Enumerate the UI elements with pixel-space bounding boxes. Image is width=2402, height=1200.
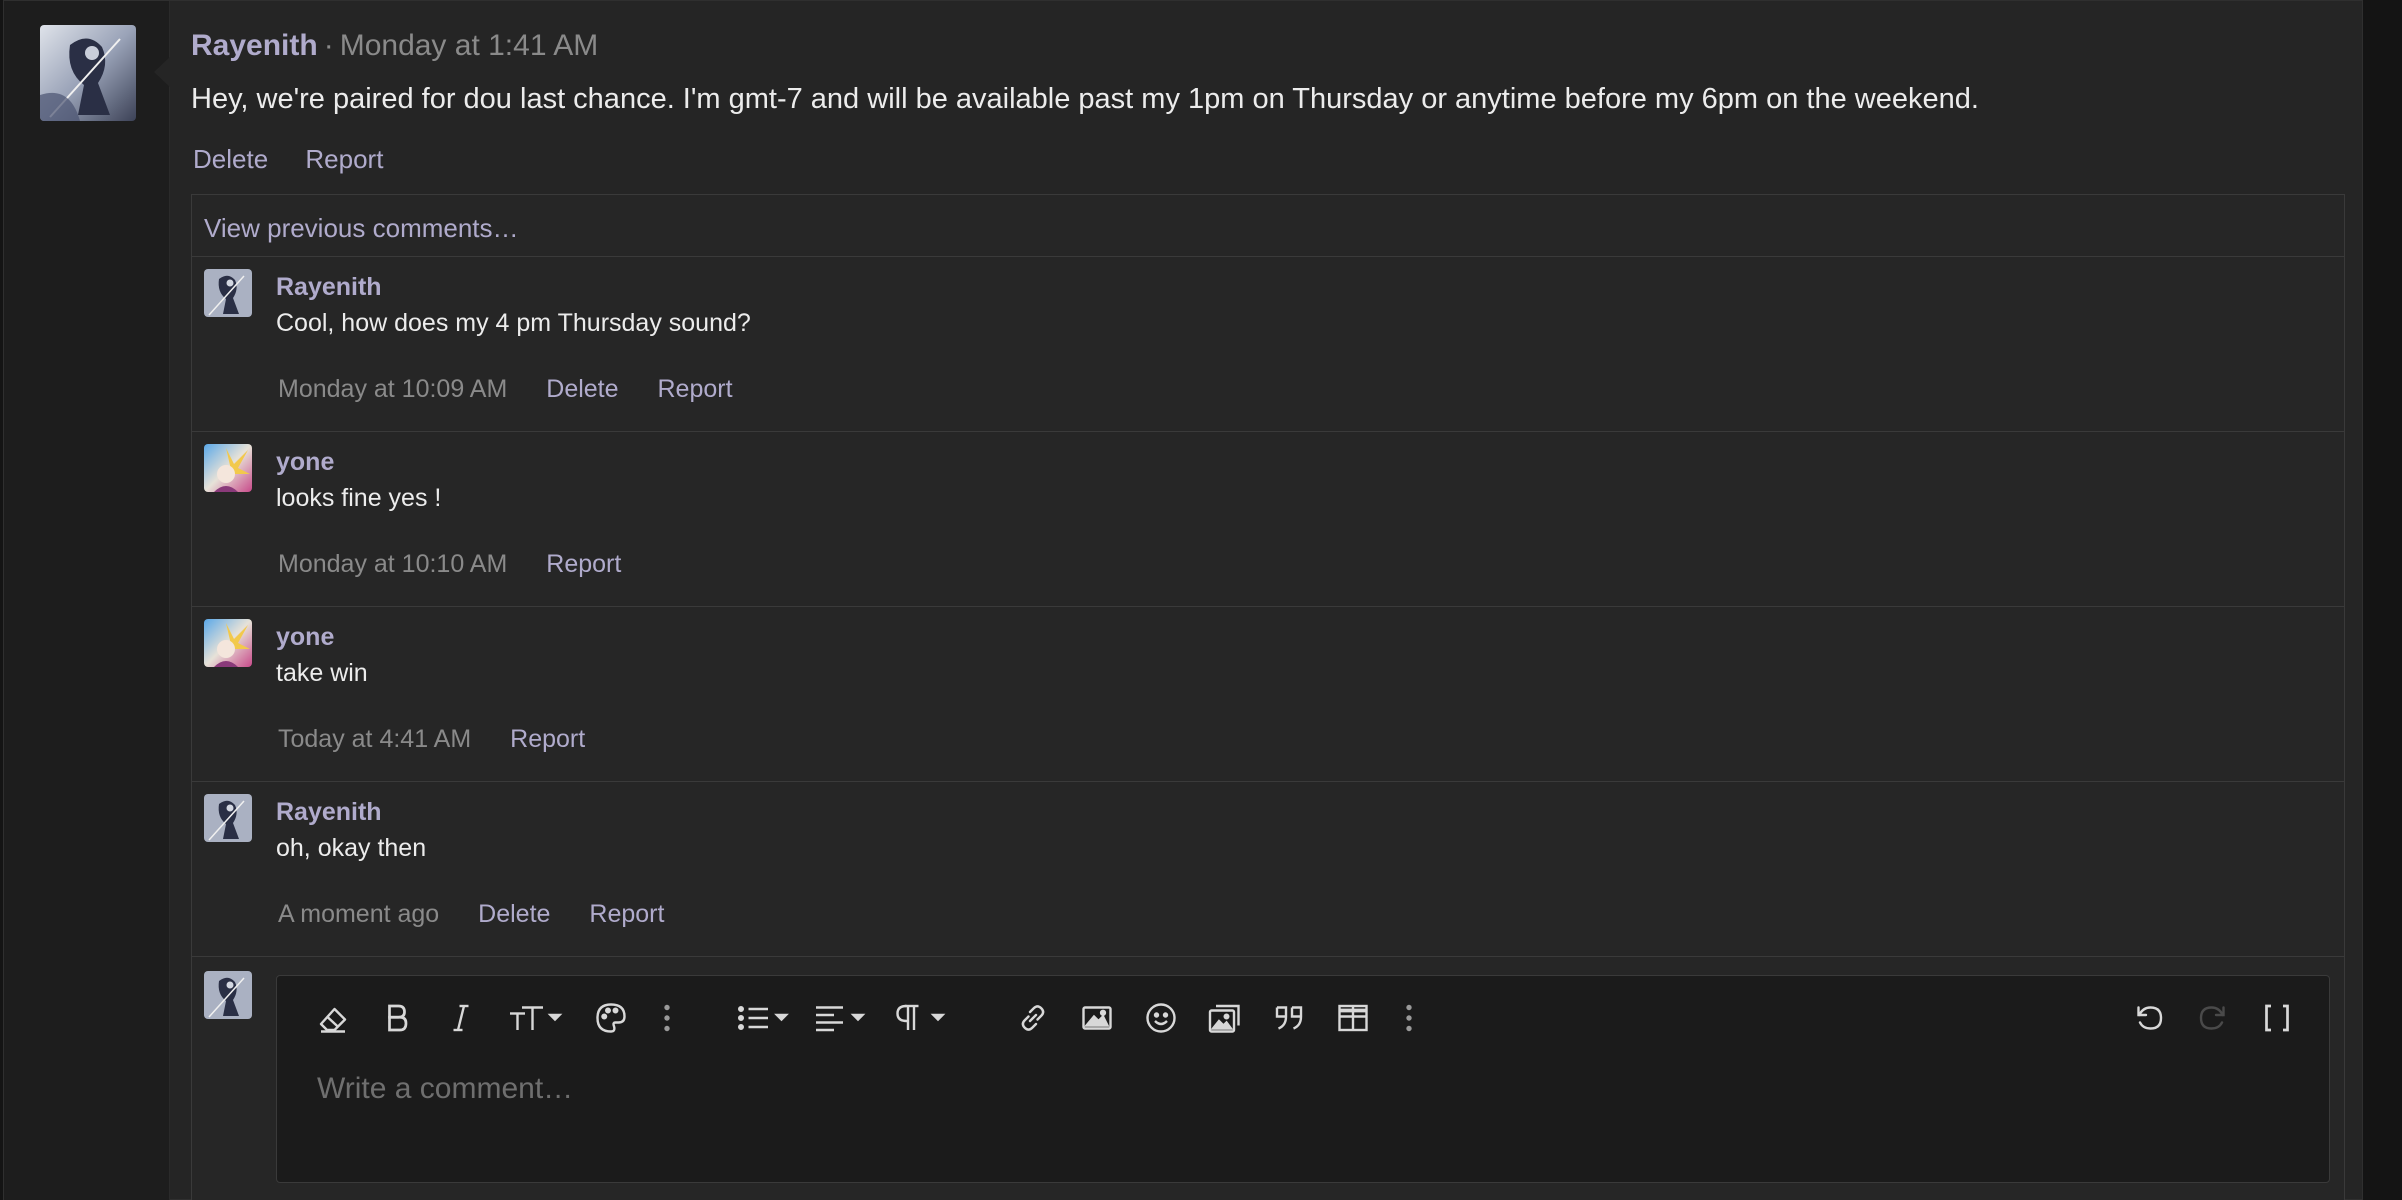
undo-icon[interactable] bbox=[2129, 998, 2169, 1038]
eraser-icon[interactable] bbox=[313, 998, 353, 1038]
smiley-icon[interactable] bbox=[1141, 998, 1181, 1038]
link-icon[interactable] bbox=[1013, 998, 1053, 1038]
comment-time[interactable]: Monday at 10:09 AM bbox=[278, 375, 507, 403]
comment-author[interactable]: yone bbox=[276, 623, 334, 652]
comment-report-link[interactable]: Report bbox=[589, 900, 664, 928]
author-avatar-image bbox=[40, 25, 136, 121]
comment-report-link[interactable]: Report bbox=[510, 725, 585, 753]
view-previous-comments-link[interactable]: View previous comments… bbox=[192, 195, 2344, 257]
quote-icon[interactable] bbox=[1269, 998, 1309, 1038]
rayenith-avatar-image bbox=[204, 971, 252, 1019]
text-size-icon[interactable] bbox=[505, 998, 569, 1038]
comment-time[interactable]: Today at 4:41 AM bbox=[278, 725, 471, 753]
comment-meta: Monday at 10:10 AM Report bbox=[278, 550, 653, 579]
comment-avatar[interactable] bbox=[204, 444, 252, 492]
image-icon[interactable] bbox=[1077, 998, 1117, 1038]
palette-icon[interactable] bbox=[591, 998, 631, 1038]
paragraph-icon[interactable] bbox=[891, 998, 955, 1038]
comment-delete-link[interactable]: Delete bbox=[478, 900, 550, 928]
comment-item: Rayenith oh, okay then A moment ago Dele… bbox=[192, 782, 2344, 957]
yone-avatar-image bbox=[204, 444, 252, 492]
comment-text: Cool, how does my 4 pm Thursday sound? bbox=[276, 309, 751, 337]
author-avatar[interactable] bbox=[40, 25, 136, 121]
list-icon[interactable] bbox=[733, 998, 797, 1038]
comment-author[interactable]: yone bbox=[276, 448, 334, 477]
comment-author[interactable]: Rayenith bbox=[276, 273, 382, 302]
comment-report-link[interactable]: Report bbox=[657, 375, 732, 403]
comment-report-link[interactable]: Report bbox=[546, 550, 621, 578]
comment-input[interactable]: Write a comment… bbox=[317, 1072, 573, 1106]
italic-icon[interactable] bbox=[441, 998, 481, 1038]
comment-text: take win bbox=[276, 659, 368, 687]
comments-section: View previous comments… Rayenith Cool, h… bbox=[191, 194, 2345, 1200]
page: Rayenith · Monday at 1:41 AM Hey, we're pa… bbox=[0, 0, 2402, 1200]
profile-post-card: Rayenith · Monday at 1:41 AM Hey, we're pa… bbox=[3, 0, 2363, 1200]
post-actions: Delete Report bbox=[193, 144, 413, 175]
comment-avatar[interactable] bbox=[204, 794, 252, 842]
more-vertical-icon[interactable] bbox=[1389, 998, 1429, 1038]
comment-item: yone take win Today at 4:41 AM Report bbox=[192, 607, 2344, 782]
editor-toolbar bbox=[277, 976, 2329, 1058]
post-pointer-arrow bbox=[154, 56, 171, 88]
post-author[interactable]: Rayenith bbox=[191, 29, 318, 62]
header-separator: · bbox=[323, 29, 334, 62]
comment-meta: Today at 4:41 AM Report bbox=[278, 725, 617, 754]
post-delete-link[interactable]: Delete bbox=[193, 144, 268, 174]
comment-avatar[interactable] bbox=[204, 269, 252, 317]
comment-text: looks fine yes ! bbox=[276, 484, 442, 512]
redo-icon[interactable] bbox=[2193, 998, 2233, 1038]
comment-text: oh, okay then bbox=[276, 834, 427, 862]
post-body: Hey, we're paired for dou last chance. I… bbox=[191, 83, 1979, 115]
comment-item: Rayenith Cool, how does my 4 pm Thursday… bbox=[192, 257, 2344, 432]
more-vertical-icon[interactable] bbox=[647, 998, 687, 1038]
comment-delete-link[interactable]: Delete bbox=[546, 375, 618, 403]
yone-avatar-image bbox=[204, 619, 252, 667]
comment-meta: Monday at 10:09 AM Delete Report bbox=[278, 375, 765, 404]
comment-time[interactable]: Monday at 10:10 AM bbox=[278, 550, 507, 578]
reply-avatar bbox=[204, 971, 252, 1019]
rayenith-avatar-image bbox=[204, 794, 252, 842]
comment-meta: A moment ago Delete Report bbox=[278, 900, 696, 929]
align-icon[interactable] bbox=[811, 998, 875, 1038]
comment-editor: Write a comment… bbox=[276, 975, 2330, 1183]
post-timestamp[interactable]: Monday at 1:41 AM bbox=[340, 29, 599, 62]
comment-time[interactable]: A moment ago bbox=[278, 900, 439, 928]
bold-icon[interactable] bbox=[377, 998, 417, 1038]
table-icon[interactable] bbox=[1333, 998, 1373, 1038]
post-report-link[interactable]: Report bbox=[305, 144, 383, 174]
media-icon[interactable] bbox=[1205, 998, 1245, 1038]
comment-item: yone looks fine yes ! Monday at 10:10 AM… bbox=[192, 432, 2344, 607]
post-header: Rayenith · Monday at 1:41 AM bbox=[191, 29, 598, 63]
comment-author[interactable]: Rayenith bbox=[276, 798, 382, 827]
post-gutter bbox=[4, 1, 170, 1200]
comment-avatar[interactable] bbox=[204, 619, 252, 667]
bbcode-toggle-icon[interactable] bbox=[2257, 998, 2297, 1038]
rayenith-avatar-image bbox=[204, 269, 252, 317]
